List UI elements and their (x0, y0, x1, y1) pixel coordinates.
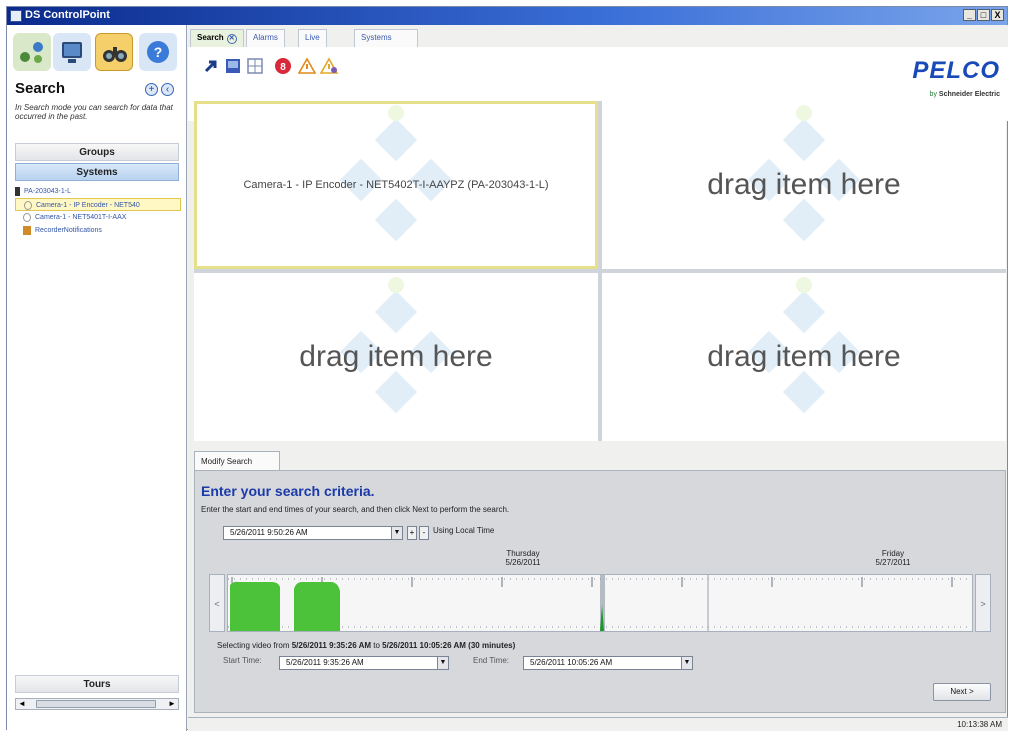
layout-single-icon[interactable] (224, 57, 242, 75)
selection-summary: Selecting video from 5/26/2011 9:35:26 A… (217, 641, 516, 650)
next-button[interactable]: Next > (933, 683, 991, 701)
export-arrow-icon[interactable] (202, 57, 220, 75)
day-label-thursday: Thursday 5/26/2011 (505, 549, 541, 567)
datetime-select[interactable]: 5/26/2011 9:50:26 AM ▼ (223, 526, 403, 540)
warning-icon[interactable] (298, 57, 316, 75)
chevron-down-icon[interactable]: ▼ (391, 527, 402, 539)
camera-icon (23, 212, 31, 222)
minimize-button[interactable]: _ (963, 9, 976, 21)
main-pane: Search ✕ Alarms Live Systems 8 PELCO by S… (188, 25, 1008, 731)
local-time-label: Using Local Time (433, 526, 495, 535)
left-pane: ? Search + ‹ In Search mode you can sear… (7, 25, 187, 731)
tours-section-button[interactable]: Tours (15, 675, 179, 693)
svg-text:8: 8 (280, 62, 286, 73)
increment-button[interactable]: + (407, 526, 417, 540)
video-cell-2[interactable]: drag item here (602, 101, 1006, 269)
modify-search-panel: Enter your search criteria. Enter the st… (194, 470, 1006, 713)
status-clock: 10:13:38 AM (957, 720, 1002, 729)
close-tab-icon[interactable]: ✕ (226, 34, 237, 44)
end-time-label: End Time: (473, 656, 510, 665)
tree-item-camera[interactable]: Camera-1 - NET5401T-I-AAX (15, 211, 181, 224)
decrement-button[interactable]: - (419, 526, 429, 540)
scroll-right-icon[interactable]: ► (166, 699, 178, 709)
tab-live[interactable]: Live (298, 29, 327, 47)
scroll-thumb[interactable] (36, 700, 156, 708)
cell-drop-hint: drag item here (707, 168, 901, 201)
server-icon (15, 186, 20, 196)
tab-alarms[interactable]: Alarms (246, 29, 285, 47)
help-icon[interactable]: ? (139, 33, 177, 71)
timeline-track[interactable] (227, 574, 973, 632)
status-bar: 10:13:38 AM (188, 717, 1008, 731)
binoculars-icon[interactable] (95, 33, 133, 71)
svg-text:?: ? (154, 44, 163, 60)
day-label-friday: Friday 5/27/2011 (875, 549, 911, 567)
maximize-button[interactable]: □ (977, 9, 990, 21)
video-cell-3[interactable]: drag item here (194, 273, 598, 441)
tree-item-system[interactable]: PA-203043-1-L (15, 185, 181, 198)
systems-icon[interactable] (13, 33, 51, 71)
stop-icon[interactable]: 8 (274, 57, 292, 75)
tree-item-notifications[interactable]: RecorderNotifications (15, 224, 181, 237)
warning-filter-icon[interactable] (320, 57, 338, 75)
timeline-next-button[interactable]: > (975, 574, 991, 632)
system-tree: PA-203043-1-L Camera-1 - IP Encoder - NE… (15, 185, 181, 237)
recorded-segment (294, 582, 340, 631)
close-button[interactable]: X (991, 9, 1004, 21)
window-title: DS ControlPoint (25, 9, 110, 21)
recorded-segment (230, 581, 280, 631)
end-time-select[interactable]: 5/26/2011 10:05:26 AM ▼ (523, 656, 693, 670)
mode-bar: ? (11, 33, 181, 75)
groups-section-button[interactable]: Groups (15, 143, 179, 161)
modify-search-tab[interactable]: Modify Search (194, 451, 280, 471)
video-cell-4[interactable]: drag item here (602, 273, 1006, 441)
app-icon (10, 10, 22, 22)
search-title: Enter your search criteria. (201, 483, 375, 499)
video-cell-1[interactable]: Camera-1 - IP Encoder - NET5402T-I-AAYPZ… (194, 101, 598, 269)
tab-search[interactable]: Search ✕ (190, 29, 244, 47)
timeline: < > (209, 574, 993, 634)
pane-description: In Search mode you can search for data t… (15, 103, 173, 121)
camera-icon (24, 200, 32, 210)
brand-subtitle: by Schneider Electric (929, 91, 1000, 98)
cell-camera-label: Camera-1 - IP Encoder - NET5402T-I-AAYPZ… (243, 179, 549, 191)
add-icon[interactable]: + (145, 83, 158, 96)
tree-item-camera[interactable]: Camera-1 - IP Encoder - NET540 (15, 198, 181, 211)
chevron-down-icon[interactable]: ▼ (437, 657, 448, 669)
tab-bar: Search ✕ Alarms Live Systems (188, 25, 1008, 47)
timeline-graph (228, 575, 972, 631)
search-instructions: Enter the start and end times of your se… (201, 505, 510, 514)
timeline-prev-button[interactable]: < (209, 574, 225, 632)
systems-section-button[interactable]: Systems (15, 163, 179, 181)
tab-systems[interactable]: Systems (354, 29, 418, 47)
monitor-icon[interactable] (53, 33, 91, 71)
chevron-down-icon[interactable]: ▼ (681, 657, 692, 669)
pane-title: Search (15, 80, 66, 97)
title-bar: DS ControlPoint _ □ X (7, 7, 1007, 25)
app-window: DS ControlPoint _ □ X ? Search + ‹ In Sear… (6, 6, 1008, 731)
start-time-select[interactable]: 5/26/2011 9:35:26 AM ▼ (279, 656, 449, 670)
video-grid: Camera-1 - IP Encoder - NET5402T-I-AAYPZ… (194, 101, 1006, 441)
back-icon[interactable]: ‹ (161, 83, 174, 96)
notification-icon (23, 225, 31, 235)
cell-drop-hint: drag item here (299, 340, 493, 373)
pelco-logo: PELCO (912, 57, 1000, 84)
start-time-label: Start Time: (223, 656, 262, 665)
window-controls: _ □ X (962, 9, 1004, 21)
left-scrollbar[interactable]: ◄ ► (15, 698, 179, 710)
scroll-left-icon[interactable]: ◄ (16, 699, 28, 709)
cell-drop-hint: drag item here (707, 340, 901, 373)
layout-grid-icon[interactable] (246, 57, 264, 75)
